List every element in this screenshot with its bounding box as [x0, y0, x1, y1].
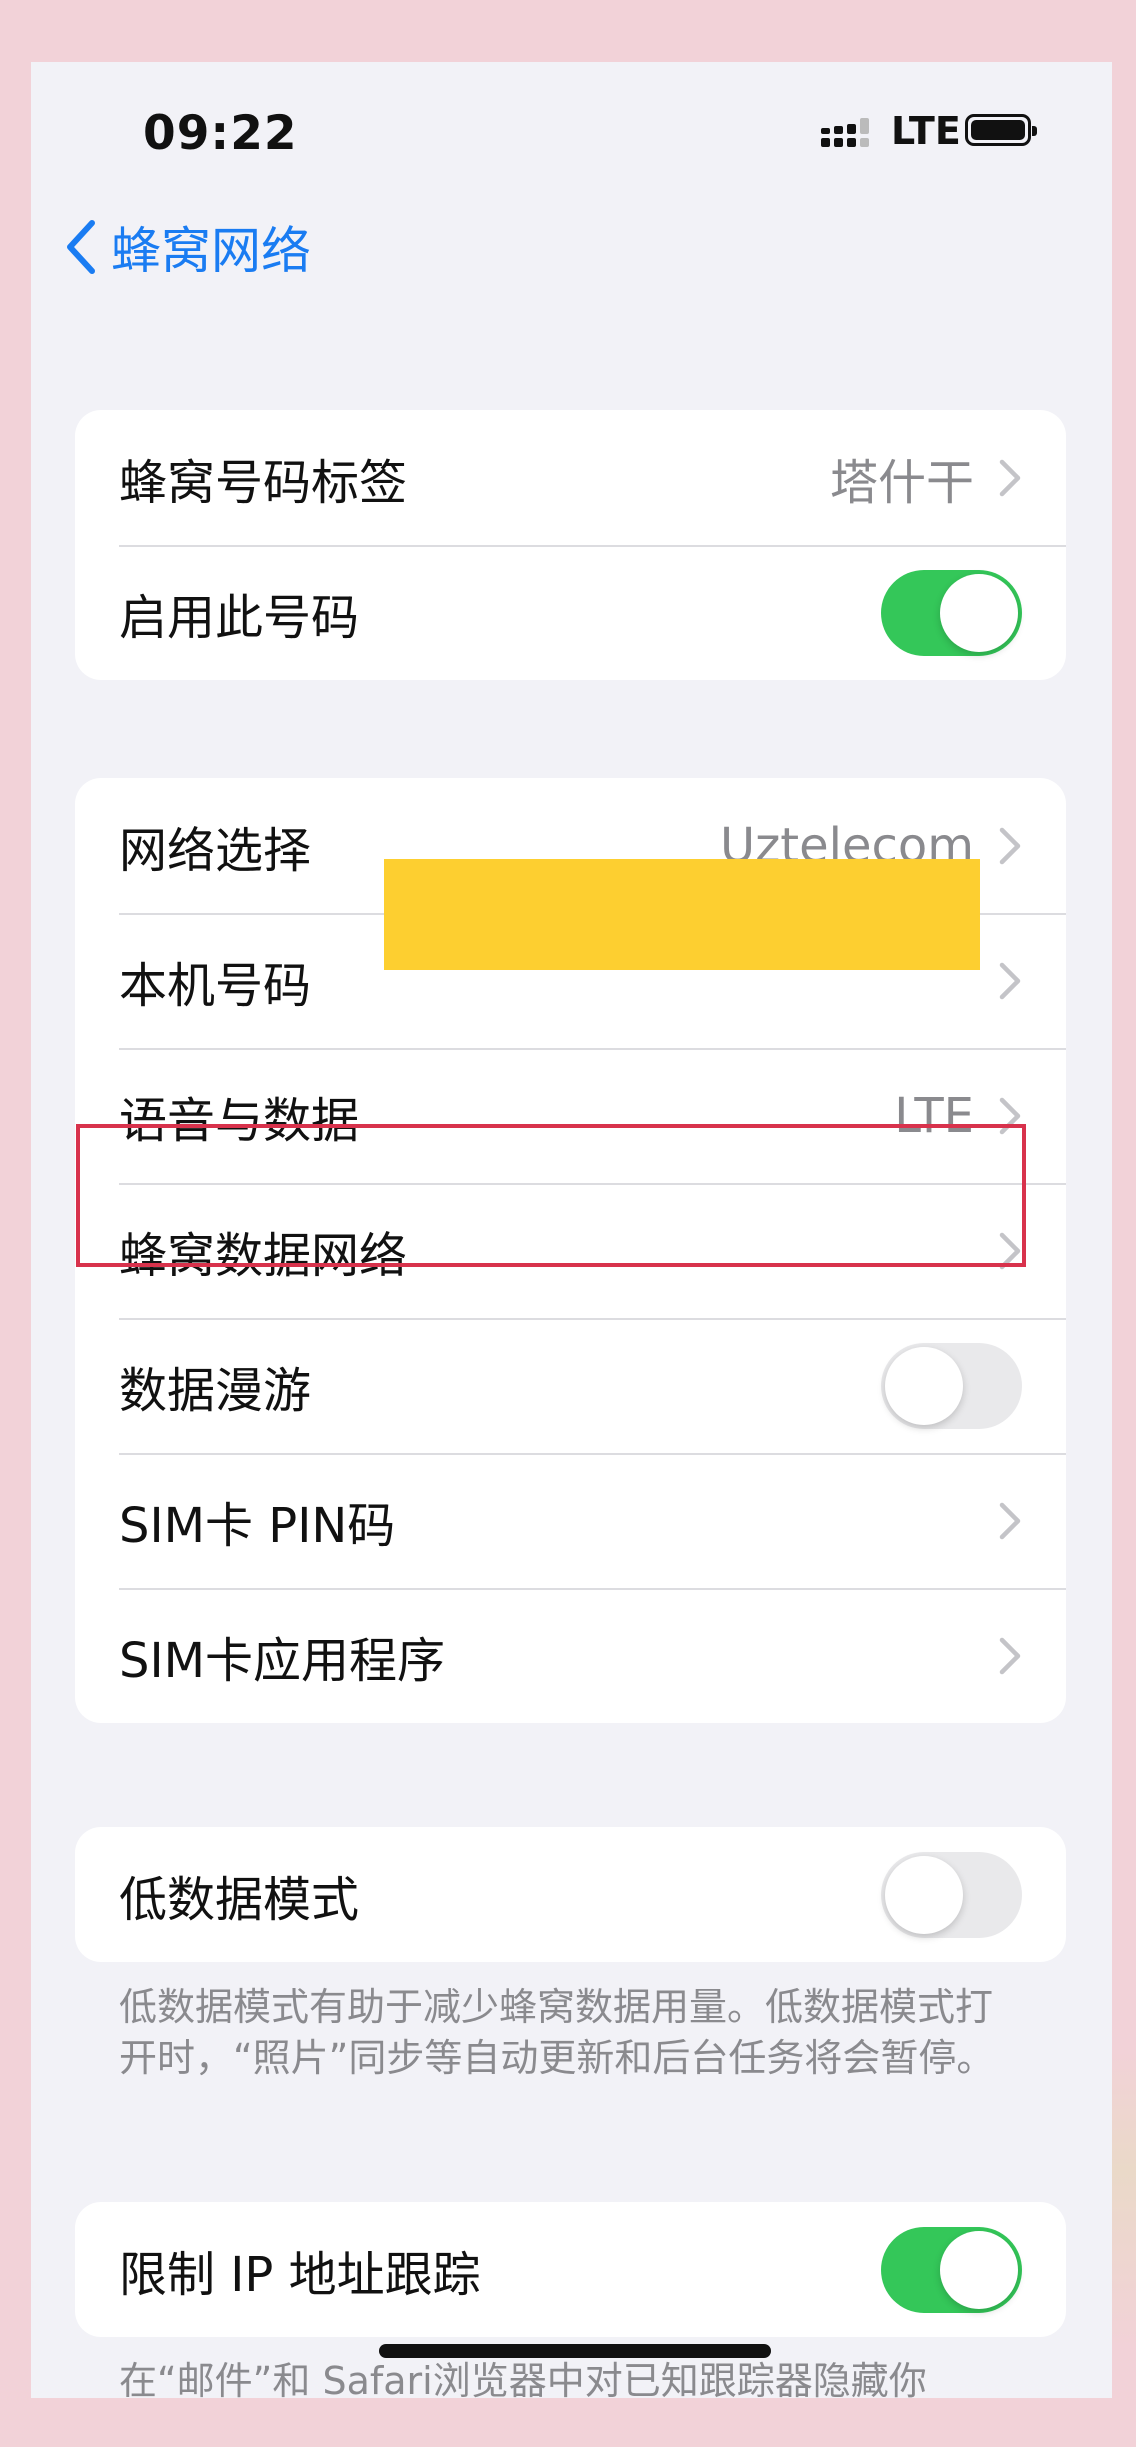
navigation-bar: 蜂窝网络 — [51, 212, 311, 282]
row-label: SIM卡应用程序 — [119, 1632, 446, 1689]
row-label: 启用此号码 — [119, 589, 360, 646]
chevron-right-icon — [999, 962, 1021, 999]
chevron-left-icon — [67, 220, 95, 274]
chevron-right-icon — [999, 1637, 1021, 1674]
chevron-right-icon — [999, 827, 1021, 864]
page-title[interactable]: 蜂窝网络 — [111, 211, 311, 283]
row-label: 数据漫游 — [119, 1362, 312, 1419]
low-data-mode-description: 低数据模式有助于减少蜂窝数据用量。低数据模式打开时，“照片”同步等自动更新和后台… — [119, 1985, 995, 2080]
home-indicator[interactable] — [379, 2344, 771, 2358]
signal-strength-icon — [821, 118, 869, 147]
low-data-mode-toggle[interactable] — [881, 1851, 1022, 1938]
ip-tracking-description: 在“邮件”和 Safari浏览器中对已知跟踪器隐藏你 — [119, 2359, 927, 2398]
row-number-label[interactable]: 蜂窝号码标签 塔什干 — [75, 410, 1066, 545]
row-limit-ip-tracking: 限制 IP 地址跟踪 — [75, 2202, 1066, 2337]
row-value: 塔什干 — [829, 454, 974, 511]
row-label: SIM卡 PIN码 — [119, 1497, 396, 1554]
data-roaming-toggle[interactable] — [881, 1342, 1022, 1429]
redaction-block — [384, 859, 980, 970]
settings-group-ip-tracking: 限制 IP 地址跟踪 — [75, 2202, 1066, 2337]
row-label: 蜂窝号码标签 — [119, 454, 408, 511]
status-bar: 09:22 LTE — [31, 62, 1112, 202]
row-low-data-mode: 低数据模式 — [75, 1827, 1066, 1962]
row-sim-pin[interactable]: SIM卡 PIN码 — [75, 1453, 1066, 1588]
battery-icon — [965, 114, 1037, 146]
row-label: 限制 IP 地址跟踪 — [119, 2246, 481, 2303]
highlight-box — [76, 1124, 1026, 1267]
row-enable-number: 启用此号码 — [75, 545, 1066, 680]
background-decoration — [1108, 2050, 1136, 2350]
back-button[interactable] — [51, 212, 111, 282]
settings-group-low-data: 低数据模式 — [75, 1827, 1066, 1962]
row-data-roaming: 数据漫游 — [75, 1318, 1066, 1453]
chevron-right-icon — [999, 459, 1021, 496]
status-time: 09:22 — [143, 106, 298, 161]
chevron-right-icon — [999, 1502, 1021, 1539]
row-label: 低数据模式 — [119, 1871, 360, 1928]
enable-number-toggle[interactable] — [881, 569, 1022, 656]
row-label: 本机号码 — [119, 957, 312, 1014]
row-label: 网络选择 — [119, 822, 312, 879]
network-type-label: LTE — [891, 109, 961, 153]
limit-ip-tracking-toggle[interactable] — [881, 2226, 1022, 2313]
settings-group-number: 蜂窝号码标签 塔什干 启用此号码 — [75, 410, 1066, 680]
row-sim-apps[interactable]: SIM卡应用程序 — [75, 1588, 1066, 1723]
